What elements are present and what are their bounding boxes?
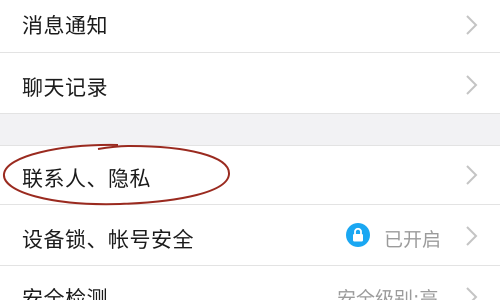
settings-item-contacts-privacy[interactable]: 联系人、隐私 [0, 146, 500, 204]
section-gap [0, 113, 500, 146]
chevron-right-icon [466, 75, 478, 95]
settings-item-label: 设备锁、帐号安全 [22, 228, 194, 252]
chevron-right-icon [466, 287, 478, 300]
chevron-right-icon [466, 226, 478, 246]
status-text: 已开启 [384, 229, 442, 251]
settings-item-label: 消息通知 [22, 14, 108, 38]
settings-item-label: 安全检测 [22, 287, 108, 300]
settings-item-label: 联系人、隐私 [22, 167, 151, 191]
status-text: 安全级别:高 [337, 288, 439, 300]
divider [0, 113, 500, 114]
settings-item-notifications[interactable]: 消息通知 [0, 0, 500, 52]
settings-item-device-lock-security[interactable]: 设备锁、帐号安全 已开启 [0, 205, 500, 265]
chevron-right-icon [466, 165, 478, 185]
settings-item-label: 聊天记录 [22, 76, 108, 100]
settings-item-chat-history[interactable]: 聊天记录 [0, 53, 500, 113]
lock-icon [346, 223, 370, 247]
settings-item-security-check[interactable]: 安全检测 安全级别:高 [0, 266, 500, 300]
chevron-right-icon [466, 15, 478, 35]
